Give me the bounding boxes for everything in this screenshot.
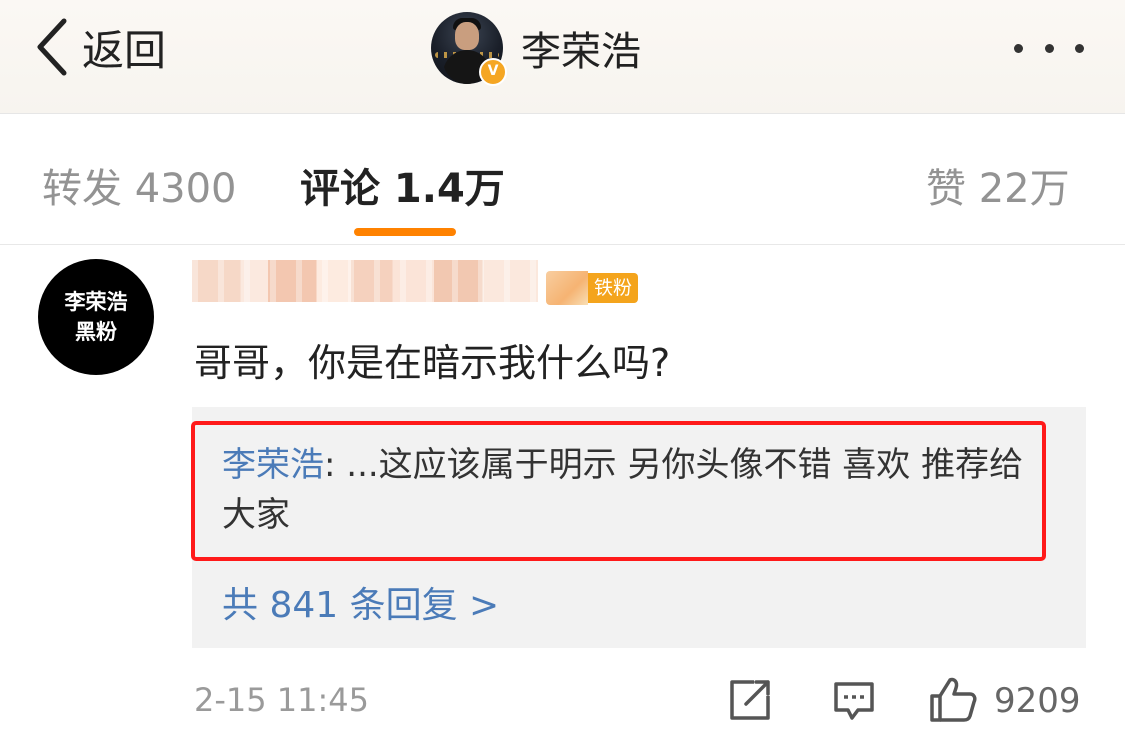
comment-text: 哥哥，你是在暗示我什么吗? [194,341,671,385]
avatar-text-line2: 黑粉 [75,320,117,344]
reply-preview: 李荣浩: ...这应该属于明示 另你头像不错 喜欢 推荐给大家 [222,440,1032,540]
tab-comments[interactable]: 评论 1.4万 [300,156,505,214]
top-nav-bar: 返回 V 李荣浩 [0,0,1125,114]
view-replies-link[interactable]: 共 841 条回复 > [222,576,499,628]
tab-bar: 转发 4300 评论 1.4万 赞 22万 [0,114,1125,245]
page-title: 李荣浩 [521,29,641,75]
comment-timestamp: 2-15 11:45 [194,681,370,719]
share-icon[interactable] [728,678,772,722]
avatar-text-line1: 李荣浩 [64,290,128,314]
reply-author[interactable]: 李荣浩 [222,445,324,485]
commenter-username-blurred[interactable] [192,260,538,302]
chevron-left-icon [37,18,67,76]
back-button[interactable]: 返回 [34,16,166,78]
more-options-icon[interactable] [1014,38,1084,58]
tab-likes[interactable]: 赞 22万 [926,156,1070,214]
reply-content: : ...这应该属于明示 另你头像不错 喜欢 推荐给大家 [222,445,1024,535]
thumbs-up-icon[interactable] [928,674,978,724]
fan-level-icon [546,271,588,305]
verified-badge-icon: V [479,58,507,86]
active-tab-indicator [354,228,456,236]
back-label: 返回 [82,25,167,75]
profile-avatar[interactable]: V [431,12,507,86]
fan-badge-label: 铁粉 [587,273,638,303]
tab-reposts[interactable]: 转发 4300 [42,156,237,214]
profile-title[interactable]: V 李荣浩 [431,12,641,86]
comment-bubble-icon[interactable] [832,678,876,722]
fan-badge: 铁粉 [546,271,638,305]
commenter-avatar[interactable]: 李荣浩 黑粉 [38,259,154,375]
like-count: 9209 [994,681,1081,721]
